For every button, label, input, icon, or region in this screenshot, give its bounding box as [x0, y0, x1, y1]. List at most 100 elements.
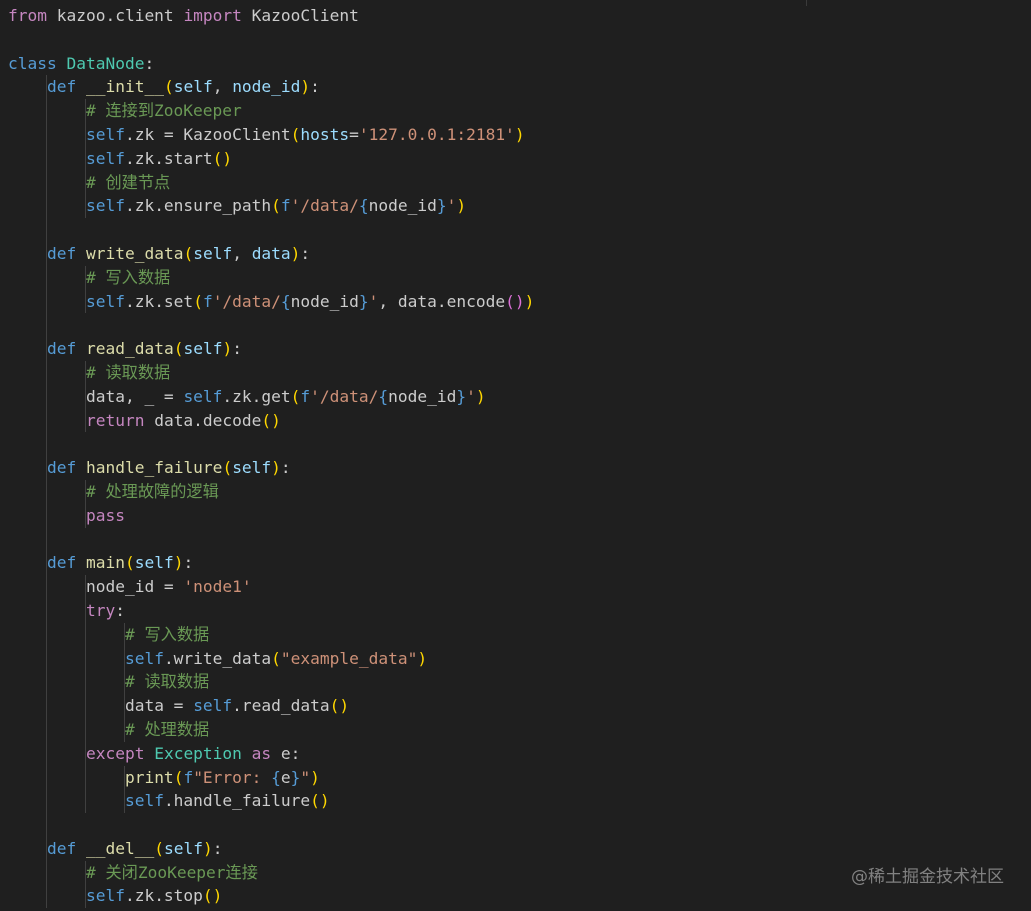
code-token: def [46, 458, 77, 478]
code-area[interactable]: from kazoo.client import KazooClient cla… [8, 4, 1031, 908]
code-token: ( [271, 648, 281, 668]
code-token: ) [271, 458, 281, 478]
code-token: self [85, 148, 125, 168]
code-token: ( [290, 124, 301, 144]
code-line: except Exception as e: [8, 742, 1031, 766]
code-token: __del__ [85, 838, 155, 858]
code-token: pass [85, 505, 125, 525]
code-token: ) [290, 243, 301, 263]
code-token: self [85, 124, 125, 144]
code-token: = [349, 124, 359, 144]
code-token: () [329, 696, 350, 716]
code-token: .zk.ensure_path [124, 196, 272, 216]
code-token: ' [368, 291, 379, 311]
code-line: data, _ = self.zk.get(f'/data/{node_id}'… [8, 385, 1031, 409]
code-line: # 连接到ZooKeeper [8, 99, 1031, 123]
code-token: () [505, 291, 525, 311]
code-token: ) [310, 767, 320, 787]
code-token: data = [124, 696, 194, 716]
code-token: node_id [388, 386, 457, 406]
code-line: print(f"Error: {e}") [8, 766, 1031, 790]
code-token: "Error: [193, 767, 272, 787]
code-token: '/data/ [290, 196, 359, 216]
code-token: data, _ = [85, 386, 184, 406]
code-token: .zk.set [124, 291, 194, 311]
code-token: def [46, 553, 77, 573]
code-line: data = self.read_data() [8, 694, 1031, 718]
code-token: read_data [85, 339, 174, 359]
code-token: def [46, 243, 77, 263]
code-token: Exception [154, 743, 242, 763]
code-token: self [85, 886, 125, 906]
code-token: # 处理数据 [124, 719, 210, 739]
code-token: } [456, 386, 467, 406]
code-token: : [144, 53, 155, 73]
code-token: ) [202, 838, 213, 858]
code-token: { [271, 767, 281, 787]
code-token: ' [466, 386, 476, 406]
code-token: hosts [300, 124, 350, 144]
code-token: # 读取数据 [85, 362, 171, 382]
code-token: self [183, 339, 223, 359]
code-token: return [85, 410, 145, 430]
code-token: f [202, 291, 213, 311]
code-token: } [358, 291, 369, 311]
code-line: from kazoo.client import KazooClient [8, 4, 1031, 28]
code-token: def [46, 339, 77, 359]
code-token: ( [193, 291, 203, 311]
code-token: self [124, 791, 164, 811]
code-line: # 创建节点 [8, 171, 1031, 195]
code-line: self.zk.stop() [8, 884, 1031, 908]
code-line: return data.decode() [8, 409, 1031, 433]
code-token: { [378, 386, 389, 406]
code-token: : [280, 458, 291, 478]
code-token: import [183, 6, 242, 25]
code-token: } [290, 767, 301, 787]
code-token: self [134, 553, 174, 573]
code-token: , [232, 243, 252, 263]
code-token: ( [222, 458, 233, 478]
code-token: () [261, 410, 281, 430]
code-token: # 写入数据 [85, 267, 171, 287]
code-editor[interactable]: from kazoo.client import KazooClient cla… [0, 0, 1031, 911]
code-line: def __init__(self, node_id): [8, 75, 1031, 99]
code-token: : [310, 77, 320, 97]
code-token: .handle_failure [163, 791, 311, 811]
code-token: .zk = KazooClient [124, 124, 291, 144]
code-token: self [193, 696, 233, 716]
code-token: __init__ [85, 77, 164, 97]
code-line: # 读取数据 [8, 670, 1031, 694]
code-token: write_data [85, 243, 184, 263]
code-token: self [183, 386, 223, 406]
code-token: " [300, 767, 311, 787]
code-token: node_id [290, 291, 359, 311]
code-token: .read_data [232, 696, 330, 716]
code-token: as [251, 743, 272, 763]
code-token: ( [163, 77, 174, 97]
code-token: print [124, 767, 174, 787]
code-token: ) [475, 386, 486, 406]
code-token: f [300, 386, 311, 406]
watermark: @稀土掘金技术社区 [851, 867, 1004, 887]
code-token: class [8, 53, 57, 73]
code-token: "example_data" [280, 648, 418, 668]
code-token: : [232, 339, 242, 359]
code-line: self.zk.ensure_path(f'/data/{node_id}') [8, 194, 1031, 218]
